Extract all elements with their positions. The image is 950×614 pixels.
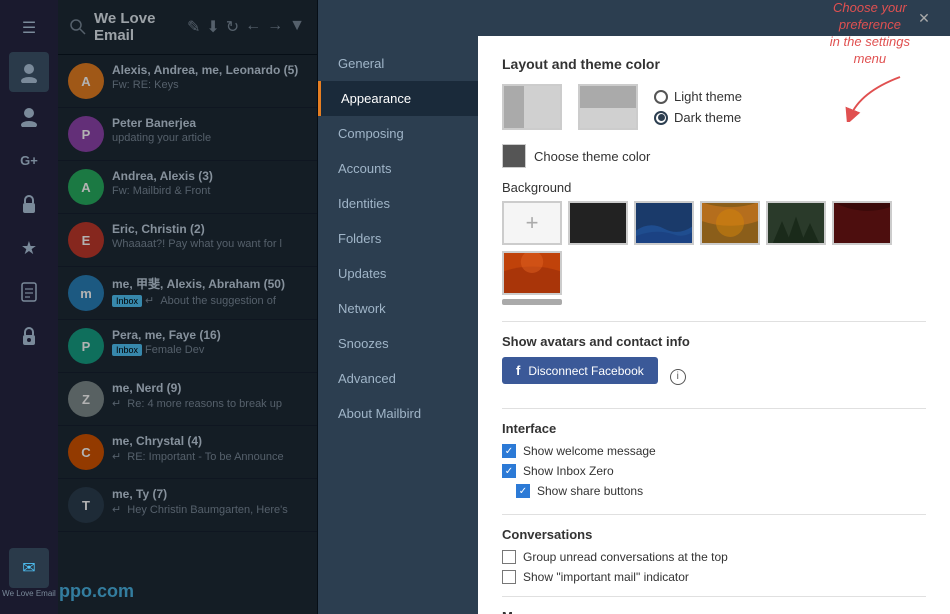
- nav-advanced[interactable]: Advanced: [318, 361, 478, 396]
- nav-identities[interactable]: Identities: [318, 186, 478, 221]
- choose-theme-color-label: Choose theme color: [534, 149, 650, 164]
- checkbox-inboxzero[interactable]: Show Inbox Zero: [502, 464, 926, 478]
- checkbox-inboxzero-label: Show Inbox Zero: [523, 464, 614, 478]
- sidebar-profile-icon[interactable]: [9, 96, 49, 136]
- background-section: Background +: [502, 180, 926, 305]
- background-sunset-thumb[interactable]: [502, 251, 562, 295]
- checkbox-important-mail-box: [502, 570, 516, 584]
- disconnect-facebook-label: Disconnect Facebook: [528, 364, 643, 378]
- checkbox-welcome[interactable]: Show welcome message: [502, 444, 926, 458]
- divider-2: [502, 408, 926, 409]
- info-icon[interactable]: i: [670, 369, 686, 385]
- sidebar-avatar-icon[interactable]: [9, 52, 49, 92]
- settings-dialog: Choose your preference in the settings m…: [318, 0, 950, 614]
- facebook-icon: f: [516, 363, 520, 378]
- radio-dark-theme[interactable]: Dark theme: [654, 110, 742, 125]
- radio-dark-circle: [654, 111, 668, 125]
- interface-title: Interface: [502, 421, 926, 436]
- checkbox-sharebuttons[interactable]: Show share buttons: [516, 484, 926, 498]
- checkbox-welcome-label: Show welcome message: [523, 444, 656, 458]
- disconnect-facebook-button[interactable]: f Disconnect Facebook: [502, 357, 658, 384]
- layout-theme-title: Layout and theme color: [502, 56, 926, 72]
- background-dark-thumb[interactable]: [568, 201, 628, 245]
- radio-dark-label: Dark theme: [674, 110, 741, 125]
- background-forest-thumb[interactable]: [766, 201, 826, 245]
- settings-body: General Appearance Composing Accounts Id…: [318, 36, 950, 614]
- nav-snoozes[interactable]: Snoozes: [318, 326, 478, 361]
- divider-3: [502, 514, 926, 515]
- layout-option-1[interactable]: [502, 84, 562, 130]
- sidebar-note-icon[interactable]: [9, 272, 49, 312]
- conversations-title: Conversations: [502, 527, 926, 542]
- nav-accounts[interactable]: Accounts: [318, 151, 478, 186]
- show-avatars-title: Show avatars and contact info: [502, 334, 926, 349]
- divider-4: [502, 596, 926, 597]
- radio-light-circle: [654, 90, 668, 104]
- sidebar-menu-icon[interactable]: ☰: [9, 8, 49, 48]
- checkbox-inboxzero-box: [502, 464, 516, 478]
- nav-about[interactable]: About Mailbird: [318, 396, 478, 431]
- sidebar-star-icon[interactable]: ★: [9, 228, 49, 268]
- checkbox-group-unread[interactable]: Group unread conversations at the top: [502, 550, 926, 564]
- radio-light-theme[interactable]: Light theme: [654, 89, 742, 104]
- nav-appearance[interactable]: Appearance: [318, 81, 478, 116]
- settings-close-button[interactable]: ✕: [914, 8, 934, 28]
- theme-color-swatch[interactable]: [502, 144, 526, 168]
- nav-general[interactable]: General: [318, 46, 478, 81]
- radio-light-label: Light theme: [674, 89, 742, 104]
- background-darkred-thumb[interactable]: [832, 201, 892, 245]
- conversations-section: Conversations Group unread conversations…: [502, 527, 926, 584]
- interface-section: Interface Show welcome message Show Inbo…: [502, 421, 926, 498]
- messages-label: Messages: [502, 609, 926, 614]
- background-images: +: [502, 201, 926, 295]
- avatars-section: Show avatars and contact info f Disconne…: [502, 334, 926, 396]
- checkbox-sharebuttons-box: [516, 484, 530, 498]
- checkbox-welcome-box: [502, 444, 516, 458]
- layout-option-2[interactable]: [578, 84, 638, 130]
- facebook-row: f Disconnect Facebook i: [502, 357, 926, 396]
- background-label: Background: [502, 180, 926, 195]
- settings-header: ✕: [318, 0, 950, 36]
- sidebar-lock2-icon[interactable]: [9, 316, 49, 356]
- background-add-button[interactable]: +: [502, 201, 562, 245]
- settings-nav: General Appearance Composing Accounts Id…: [318, 36, 478, 614]
- selected-bg-indicator: [502, 299, 562, 305]
- theme-radio-group: Light theme Dark theme: [654, 89, 742, 125]
- checkbox-group-unread-label: Group unread conversations at the top: [523, 550, 728, 564]
- sidebar-lock-icon[interactable]: [9, 184, 49, 224]
- theme-color-row: Choose theme color: [502, 144, 926, 168]
- background-blue-thumb[interactable]: [634, 201, 694, 245]
- sidebar: ☰ G+ ★ ✉ We Love Email: [0, 0, 58, 614]
- checkbox-sharebuttons-label: Show share buttons: [537, 484, 643, 498]
- settings-content: Layout and theme color: [478, 36, 950, 614]
- checkbox-important-mail[interactable]: Show "important mail" indicator: [502, 570, 926, 584]
- divider-1: [502, 321, 926, 322]
- background-gold-thumb[interactable]: [700, 201, 760, 245]
- nav-updates[interactable]: Updates: [318, 256, 478, 291]
- sidebar-google-icon[interactable]: G+: [9, 140, 49, 180]
- nav-network[interactable]: Network: [318, 291, 478, 326]
- sidebar-weloveemail-label: We Love Email: [2, 589, 56, 598]
- settings-overlay: Choose your preference in the settings m…: [58, 0, 950, 614]
- sidebar-weloveemail-item[interactable]: ✉ We Love Email: [2, 548, 56, 606]
- theme-row: Light theme Dark theme: [502, 84, 926, 130]
- nav-composing[interactable]: Composing: [318, 116, 478, 151]
- nav-folders[interactable]: Folders: [318, 221, 478, 256]
- checkbox-group-unread-box: [502, 550, 516, 564]
- checkbox-important-mail-label: Show "important mail" indicator: [523, 570, 689, 584]
